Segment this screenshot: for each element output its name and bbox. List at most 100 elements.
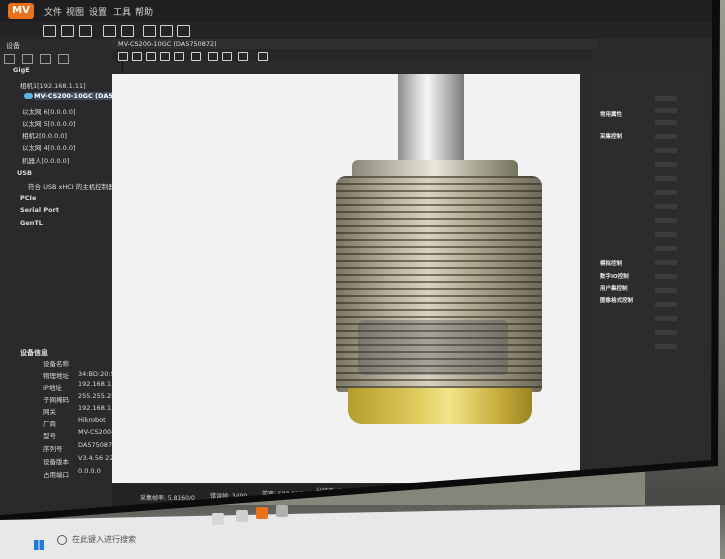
info-key: IP地址	[43, 384, 62, 392]
property-field[interactable]	[655, 288, 677, 293]
device-info-header[interactable]: 设备信息	[20, 348, 48, 358]
crosshair-icon[interactable]	[191, 52, 201, 61]
open-folder-icon[interactable]	[43, 25, 56, 37]
search-icon[interactable]	[57, 535, 67, 545]
property-field[interactable]	[655, 232, 677, 237]
connect-icon[interactable]	[22, 54, 33, 64]
tree-node-ethernet5[interactable]: 以太网 5[0.0.0.0]	[22, 118, 76, 128]
tree-node-robot[interactable]: 机器人[0.0.0.0]	[22, 155, 69, 165]
menu-settings[interactable]: 设置	[89, 5, 107, 18]
tree-node-camera2[interactable]: 相机2[0.0.0.0]	[22, 130, 67, 140]
info-value: 0.0.0.0	[78, 467, 101, 475]
measure-icon[interactable]	[238, 52, 248, 61]
list-icon[interactable]	[58, 54, 69, 64]
monitor-screen: MV 文件 视图 设置 工具 帮助 设备 GigE 相机1[192.168.1.…	[0, 0, 712, 515]
property-field[interactable]	[655, 108, 677, 113]
brass-base	[348, 388, 532, 424]
tree-node-camera1[interactable]: 相机1[192.168.1.11]	[20, 80, 86, 90]
tree-node-serial-port[interactable]: Serial Port	[20, 206, 59, 214]
property-field[interactable]	[655, 134, 677, 139]
grid-overlay-icon[interactable]	[208, 52, 218, 61]
property-field[interactable]	[655, 330, 677, 335]
property-field[interactable]	[655, 176, 677, 181]
property-field[interactable]	[655, 120, 677, 125]
windows-start-icon[interactable]	[34, 540, 44, 550]
property-category[interactable]: 采集控制	[600, 132, 622, 140]
tree-node-ethernet6[interactable]: 以太网 6[0.0.0.0]	[22, 106, 76, 116]
info-key: 占用端口	[43, 471, 69, 479]
tree-node-ethernet4[interactable]: 以太网 4[0.0.0.0]	[22, 142, 76, 152]
taskbar-search-input[interactable]: 在此键入进行搜索	[72, 534, 136, 545]
property-field[interactable]	[655, 302, 677, 307]
camera-status-icon	[24, 93, 33, 99]
copy-icon[interactable]	[79, 25, 92, 37]
property-category[interactable]: 用户集控制	[600, 284, 628, 292]
info-key: 设备版本	[43, 458, 69, 466]
info-key: 序列号	[43, 445, 63, 453]
property-category[interactable]: 模拟控制	[600, 259, 622, 267]
status-bandwidth: 带宽: 508.1Mbps	[262, 491, 312, 498]
camera-icon[interactable]	[160, 52, 170, 61]
stop-icon[interactable]	[118, 52, 128, 61]
menu-help[interactable]: 帮助	[135, 5, 153, 18]
app-icon[interactable]	[276, 505, 288, 517]
save-icon[interactable]	[61, 25, 74, 37]
layout-icon[interactable]	[177, 25, 190, 37]
tree-node-usb[interactable]: USB	[17, 169, 32, 177]
tree-node-gige[interactable]: GigE	[13, 66, 30, 74]
menu-view[interactable]: 视图	[66, 5, 84, 18]
info-key: 子网掩码	[43, 396, 69, 404]
info-key: 物理地址	[43, 372, 69, 380]
property-category[interactable]: 常用属性	[600, 110, 622, 118]
mvs-taskbar-icon[interactable]	[256, 507, 268, 519]
calculator-icon[interactable]	[103, 25, 116, 37]
fit-icon[interactable]	[146, 52, 156, 61]
property-field[interactable]	[655, 148, 677, 153]
property-field[interactable]	[655, 218, 677, 223]
property-category[interactable]: 图像格式控制	[600, 296, 633, 304]
info-key: 型号	[43, 432, 56, 440]
image-edit-icon[interactable]	[121, 25, 134, 37]
record-icon[interactable]	[174, 52, 184, 61]
device-panel-toolbar	[4, 49, 114, 64]
app-icon[interactable]	[236, 510, 248, 522]
tree-node-selected-camera[interactable]: MV-CS200-10GC (DA5750...	[34, 92, 134, 100]
status-frame-rate: 采集帧率: 5.8160/0	[140, 495, 195, 502]
property-category[interactable]: 数字IO控制	[600, 272, 629, 280]
menu-file[interactable]: 文件	[44, 5, 62, 18]
image-view-tab[interactable]: MV-CS200-10GC (DA5750872)	[112, 39, 598, 49]
tree-node-pcie[interactable]: PCIe	[20, 194, 36, 202]
property-field[interactable]	[655, 316, 677, 321]
property-field[interactable]	[655, 246, 677, 251]
property-field[interactable]	[655, 204, 677, 209]
thread-shadow	[358, 320, 508, 375]
grid-icon[interactable]	[160, 25, 173, 37]
property-field[interactable]	[655, 274, 677, 279]
image-view-toolbar	[112, 49, 592, 61]
property-field[interactable]	[655, 260, 677, 265]
menu-bar: MV 文件 视图 设置 工具 帮助	[0, 0, 712, 22]
property-field[interactable]	[655, 162, 677, 167]
property-field[interactable]	[655, 96, 677, 101]
property-field[interactable]	[655, 190, 677, 195]
status-error-frames: 错误帧: 3400	[210, 493, 248, 500]
property-field[interactable]	[655, 344, 677, 349]
hex-icon[interactable]	[143, 25, 156, 37]
info-key: 网关	[43, 408, 56, 416]
monitor-bezel: MV 文件 视图 设置 工具 帮助 设备 GigE 相机1[192.168.1.…	[0, 0, 720, 522]
refresh-icon[interactable]	[40, 54, 51, 64]
info-key: 厂商	[43, 420, 56, 428]
task-view-icon[interactable]	[212, 513, 224, 525]
info-key: 设备名称	[43, 360, 69, 368]
info-value: DA5750872	[78, 441, 117, 449]
histogram-icon[interactable]	[222, 52, 232, 61]
document-icon[interactable]	[258, 52, 268, 61]
info-value: Hikrobot	[78, 416, 106, 424]
menu-tools[interactable]: 工具	[113, 5, 131, 18]
bolt-shaft	[398, 74, 464, 166]
settings-icon[interactable]	[4, 54, 15, 64]
app-logo: MV	[8, 3, 34, 19]
tree-node-gentl[interactable]: GenTL	[20, 219, 43, 227]
tree-node-usb-controller[interactable]: 符合 USB xHCI 的主机控制器	[28, 181, 115, 191]
zoom-icon[interactable]	[132, 52, 142, 61]
